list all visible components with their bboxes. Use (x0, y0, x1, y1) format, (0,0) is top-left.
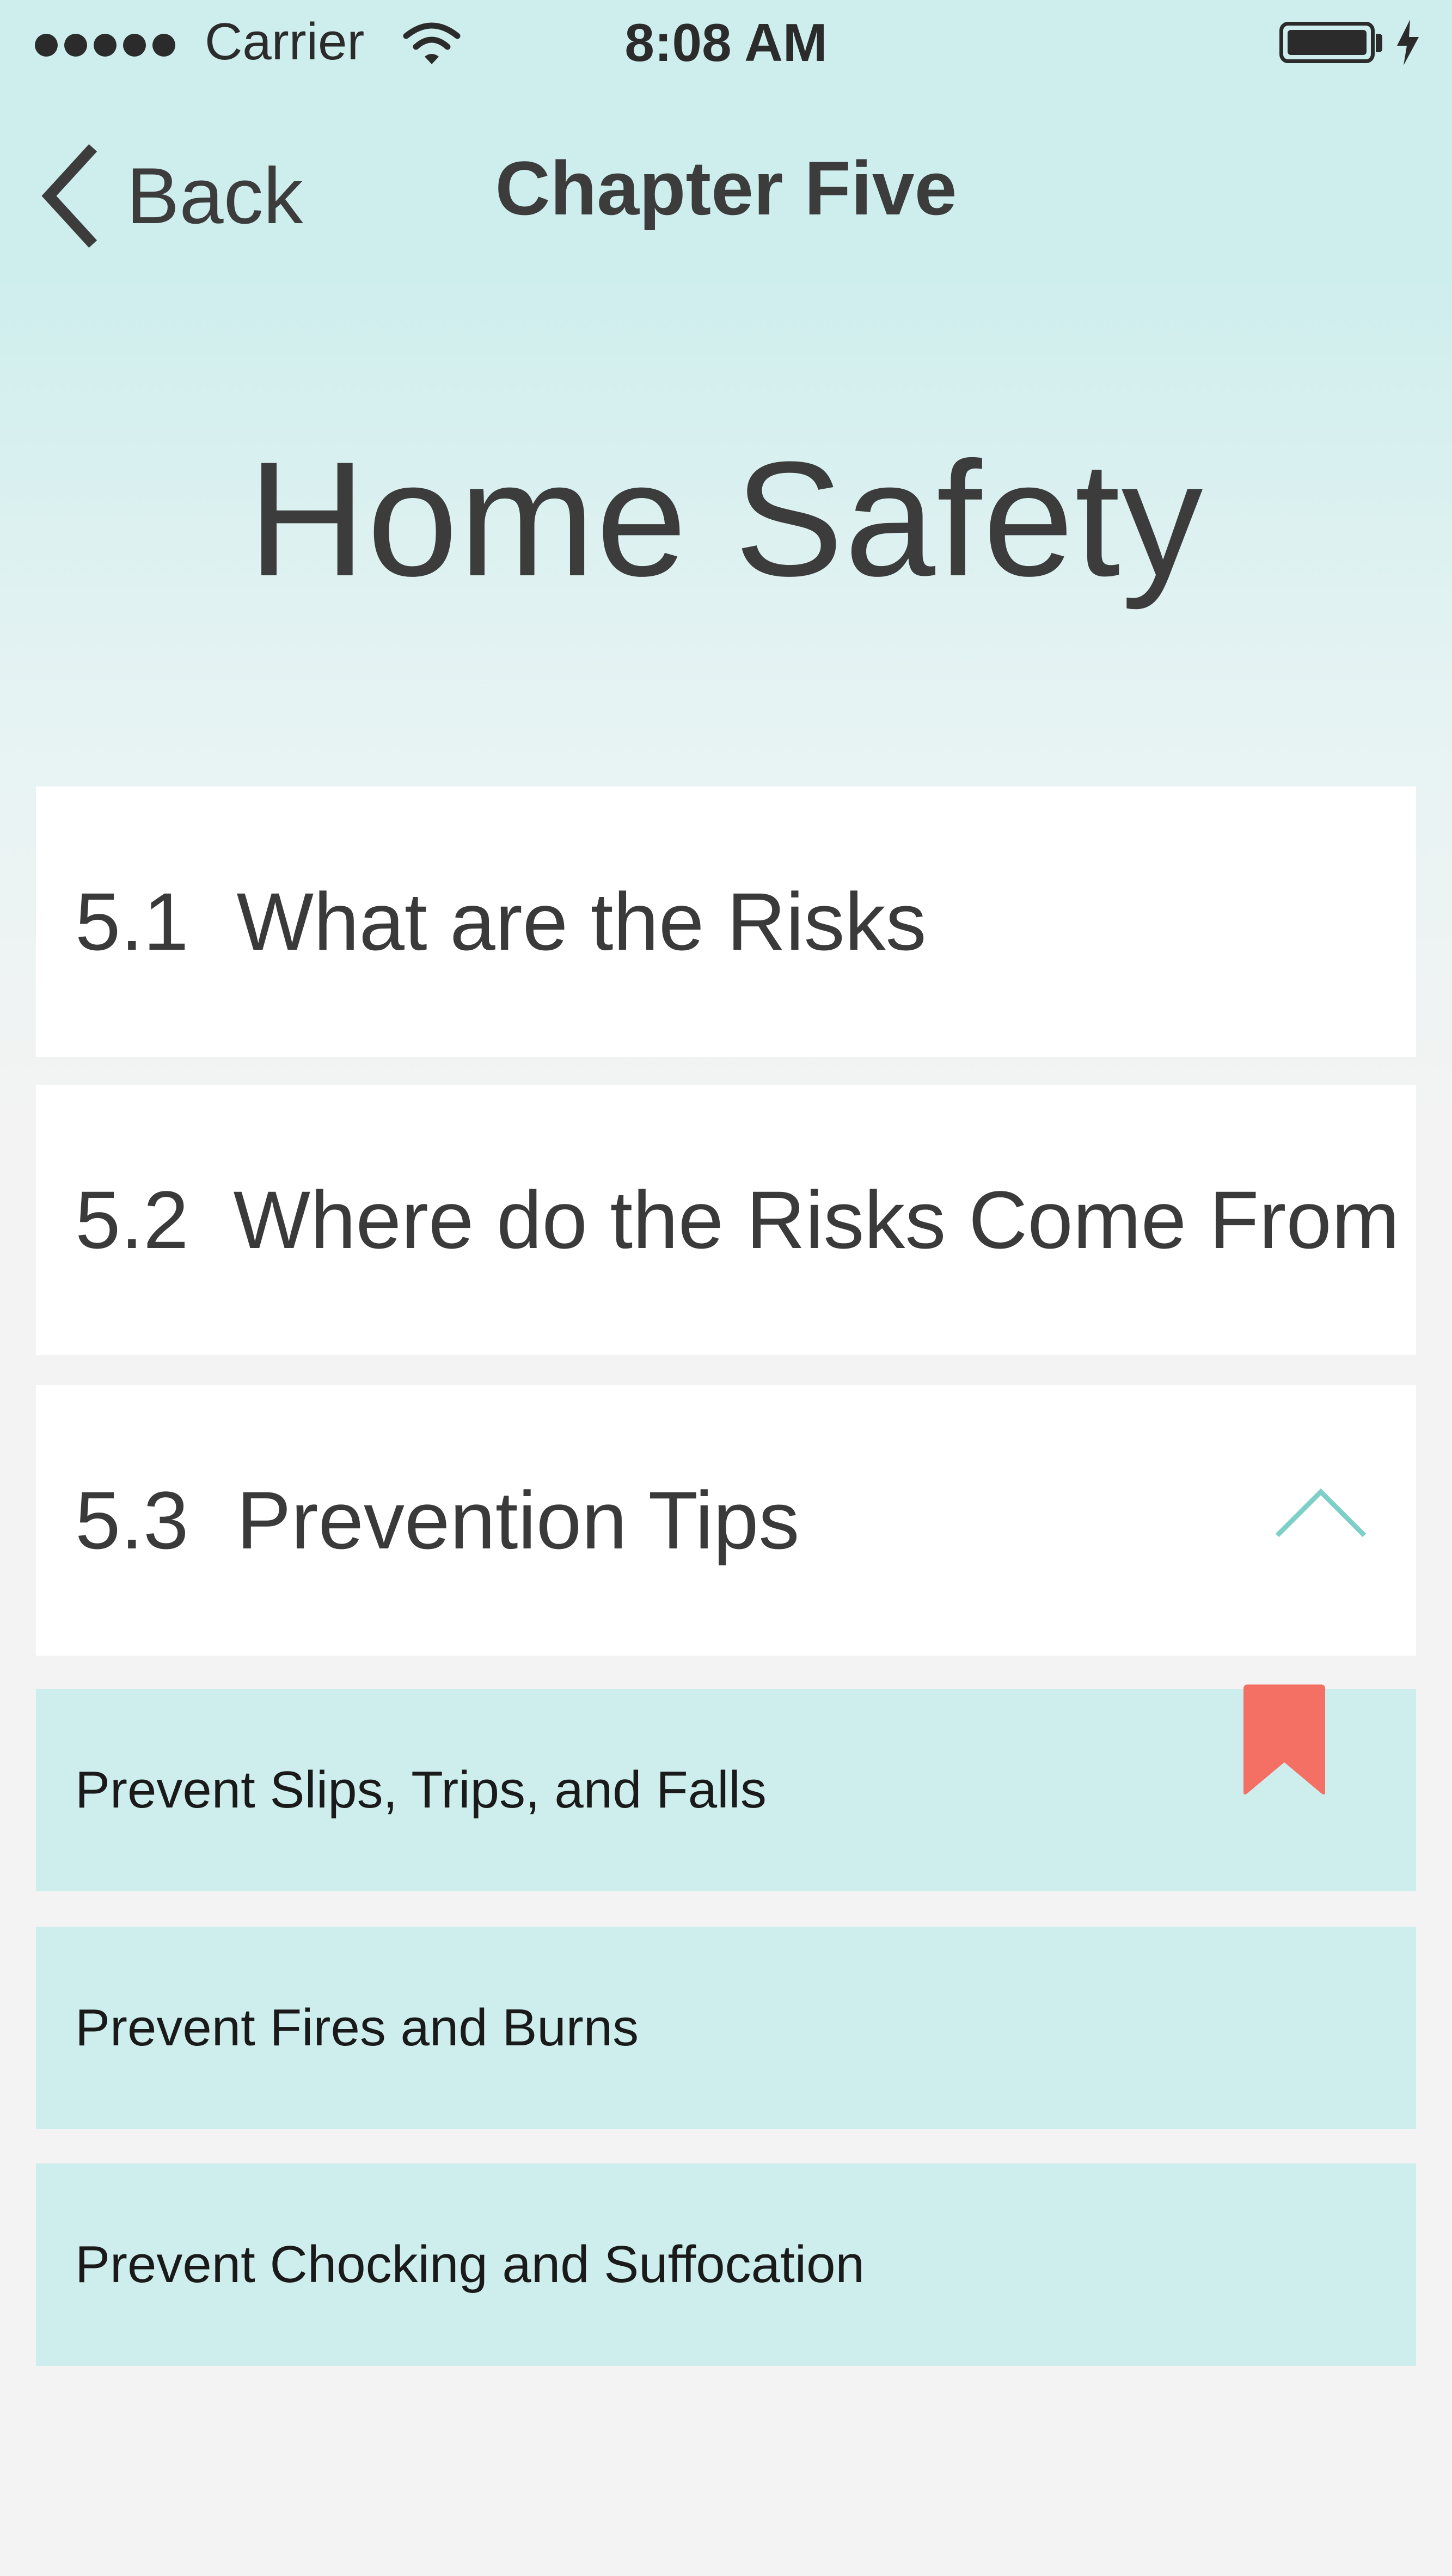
section-5-1[interactable]: 5.1 What are the Risks (36, 786, 1416, 1057)
status-time: 8:08 AM (624, 13, 828, 72)
section-5-3[interactable]: 5.3 Prevention Tips (36, 1385, 1416, 1656)
section-number: 5.1 (75, 876, 189, 967)
nav-title: Chapter Five (495, 145, 957, 231)
bookmark-icon[interactable] (1243, 1684, 1325, 1796)
section-5-2[interactable]: 5.2 Where do the Risks Come From (36, 1085, 1416, 1355)
battery-nub (1376, 34, 1382, 52)
charging-bolt-icon (1397, 20, 1419, 65)
battery-icon (1279, 22, 1375, 63)
screen: Carrier 8:08 AM Back Chapter Five Home S… (0, 0, 1452, 2576)
sub-item-label: Prevent Fires and Burns (75, 1999, 639, 2057)
section-label: Prevention Tips (236, 1474, 800, 1566)
sub-item-prevent-fires[interactable]: Prevent Fires and Burns (36, 1927, 1416, 2129)
sub-item-prevent-slips[interactable]: Prevent Slips, Trips, and Falls (36, 1689, 1416, 1891)
section-number: 5.3 (75, 1474, 189, 1566)
section-label: What are the Risks (236, 876, 927, 967)
page-title: Home Safety (248, 427, 1204, 610)
sub-item-label: Prevent Slips, Trips, and Falls (75, 1761, 767, 1819)
section-number: 5.2 (75, 1174, 189, 1265)
sub-item-label: Prevent Chocking and Suffocation (75, 2235, 865, 2294)
sub-item-prevent-chocking[interactable]: Prevent Chocking and Suffocation (36, 2163, 1416, 2366)
chevron-up-icon[interactable] (1272, 1481, 1370, 1541)
section-label: Where do the Risks Come From (233, 1174, 1400, 1265)
status-bar: Carrier 8:08 AM (0, 0, 1452, 87)
